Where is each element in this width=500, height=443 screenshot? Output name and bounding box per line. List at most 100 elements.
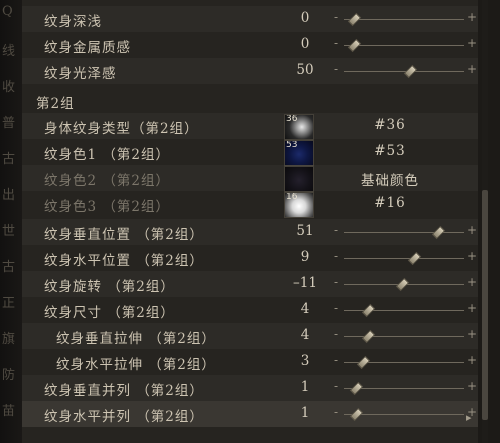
slider-track[interactable]	[344, 388, 464, 389]
slider-track[interactable]	[344, 19, 464, 20]
left-menu-strip: Q线收普古出世古正旗防苗	[0, 0, 23, 443]
row-label: 纹身光泽感	[44, 66, 117, 82]
left-menu-glyph[interactable]: 世	[2, 220, 16, 239]
slider-minus-button[interactable]: -	[334, 62, 338, 76]
left-menu-glyph[interactable]: 正	[2, 292, 16, 311]
slider-thumb[interactable]	[407, 251, 421, 266]
swatch-number: 53	[286, 140, 298, 150]
slider-row[interactable]: 纹身尺寸 （第2组） 4- +	[22, 297, 478, 323]
row-label: 纹身色3 （第2组）	[44, 199, 170, 215]
slider-thumb[interactable]	[347, 38, 361, 53]
slider-minus-button[interactable]: -	[334, 405, 338, 419]
slider-plus-button[interactable]: +	[467, 275, 477, 289]
value-slider[interactable]: - +	[334, 219, 477, 245]
left-menu-glyph[interactable]: 线	[2, 40, 16, 59]
slider-plus-button[interactable]: +	[467, 36, 477, 50]
slider-row[interactable]: 纹身光泽感 50- +	[22, 58, 478, 84]
slider-plus-button[interactable]: +	[467, 301, 477, 315]
slider-thumb[interactable]	[361, 303, 376, 318]
left-menu-glyph[interactable]: 古	[2, 256, 16, 275]
slider-row[interactable]: 纹身水平并列 （第2组） 1 - +	[22, 401, 478, 427]
slider-minus-button[interactable]: -	[334, 301, 338, 315]
slider-minus-button[interactable]: -	[334, 223, 338, 237]
slider-row[interactable]: 纹身垂直并列 （第2组） 1- +	[22, 375, 478, 401]
value-slider[interactable]: - +	[334, 349, 477, 375]
slider-minus-button[interactable]: -	[334, 379, 338, 393]
option-row[interactable]: 纹身色2 （第2组） 基础颜色	[22, 165, 478, 192]
slider-track[interactable]	[344, 258, 464, 259]
left-menu-glyph[interactable]: 普	[2, 112, 16, 131]
slider-plus-button[interactable]: +	[467, 10, 477, 24]
slider-minus-button[interactable]: -	[334, 327, 338, 341]
slider-row[interactable]: 纹身深浅 0- +	[22, 6, 478, 32]
value-slider[interactable]: - +	[334, 401, 477, 427]
value-slider[interactable]: - +	[334, 271, 477, 297]
value-slider[interactable]: - +	[334, 375, 477, 401]
slider-plus-button[interactable]: +	[467, 62, 477, 76]
slider-row[interactable]: 纹身水平拉伸 （第2组） 3- +	[22, 349, 478, 375]
row-label: 纹身垂直拉伸 （第2组）	[56, 331, 216, 347]
slider-minus-button[interactable]: -	[334, 353, 338, 367]
slider-minus-button[interactable]: -	[334, 36, 338, 50]
swatch-thumbnail[interactable]: 53	[284, 140, 314, 166]
slider-row[interactable]: 纹身旋转 （第2组） –11- +	[22, 271, 478, 297]
slider-row[interactable]: 纹身水平位置 （第2组） 9- +	[22, 245, 478, 271]
scrollbar-thumb[interactable]	[482, 190, 488, 420]
left-menu-glyph[interactable]: 古	[2, 148, 16, 167]
row-value: 9	[300, 249, 310, 265]
slider-plus-button[interactable]: +	[467, 379, 477, 393]
option-row[interactable]: 身体纹身类型（第2组） 36 #36	[22, 113, 478, 140]
row-value: 1	[300, 379, 310, 395]
row-value: 3	[300, 353, 310, 369]
slider-thumb[interactable]	[349, 407, 364, 422]
value-slider[interactable]: - +	[334, 297, 477, 323]
slider-row[interactable]: 纹身金属质感 0- +	[22, 32, 478, 58]
row-label: 纹身水平拉伸 （第2组）	[56, 357, 216, 373]
row-value: 0	[300, 36, 310, 52]
slider-thumb[interactable]	[431, 225, 445, 240]
slider-thumb[interactable]	[347, 12, 361, 27]
slider-thumb[interactable]	[349, 381, 364, 396]
option-row[interactable]: 纹身色3 （第2组） 16 #16	[22, 191, 478, 218]
left-menu-glyph[interactable]: 旗	[2, 328, 16, 347]
slider-track[interactable]	[344, 414, 464, 415]
slider-thumb[interactable]	[395, 277, 409, 292]
swatch-thumbnail[interactable]: 16	[284, 192, 314, 218]
option-value: #36	[374, 117, 406, 133]
value-slider[interactable]: - +	[334, 32, 477, 58]
slider-track[interactable]	[344, 45, 464, 46]
slider-plus-button[interactable]: +	[467, 353, 477, 367]
option-row[interactable]: 纹身色1 （第2组） 53 #53	[22, 139, 478, 166]
left-menu-glyph[interactable]: Q	[2, 4, 16, 19]
slider-minus-button[interactable]: -	[334, 10, 338, 24]
left-menu-glyph[interactable]: 苗	[2, 400, 16, 419]
option-value: #53	[374, 143, 406, 159]
swatch-thumbnail[interactable]	[284, 166, 314, 192]
slider-thumb[interactable]	[361, 329, 376, 344]
slider-plus-button[interactable]: +	[467, 327, 477, 341]
slider-track[interactable]	[344, 232, 464, 233]
row-label: 身体纹身类型（第2组）	[44, 121, 199, 137]
left-menu-glyph[interactable]: 出	[2, 184, 16, 203]
slider-minus-button[interactable]: -	[334, 249, 338, 263]
value-slider[interactable]: - +	[334, 6, 477, 32]
value-slider[interactable]: - +	[334, 245, 477, 271]
section-title: 第2组	[36, 96, 75, 112]
cursor-arrow-icon: ▸	[466, 411, 472, 424]
value-slider[interactable]: - +	[334, 58, 477, 84]
slider-plus-button[interactable]: +	[467, 223, 477, 237]
swatch-number: 16	[286, 192, 298, 202]
swatch-thumbnail[interactable]: 36	[284, 114, 314, 140]
left-menu-glyph[interactable]: 收	[2, 76, 16, 95]
row-label: 纹身垂直并列 （第2组）	[44, 383, 204, 399]
slider-row[interactable]: 纹身垂直位置 （第2组） 51- +	[22, 219, 478, 245]
value-slider[interactable]: - +	[334, 323, 477, 349]
swatch-number: 36	[286, 114, 298, 124]
row-label: 纹身旋转 （第2组）	[44, 279, 175, 295]
left-menu-glyph[interactable]: 防	[2, 364, 16, 383]
slider-row[interactable]: 纹身垂直拉伸 （第2组） 4- +	[22, 323, 478, 349]
row-value: 1	[300, 405, 310, 421]
slider-thumb[interactable]	[403, 64, 418, 79]
slider-plus-button[interactable]: +	[467, 249, 477, 263]
slider-minus-button[interactable]: -	[334, 275, 338, 289]
